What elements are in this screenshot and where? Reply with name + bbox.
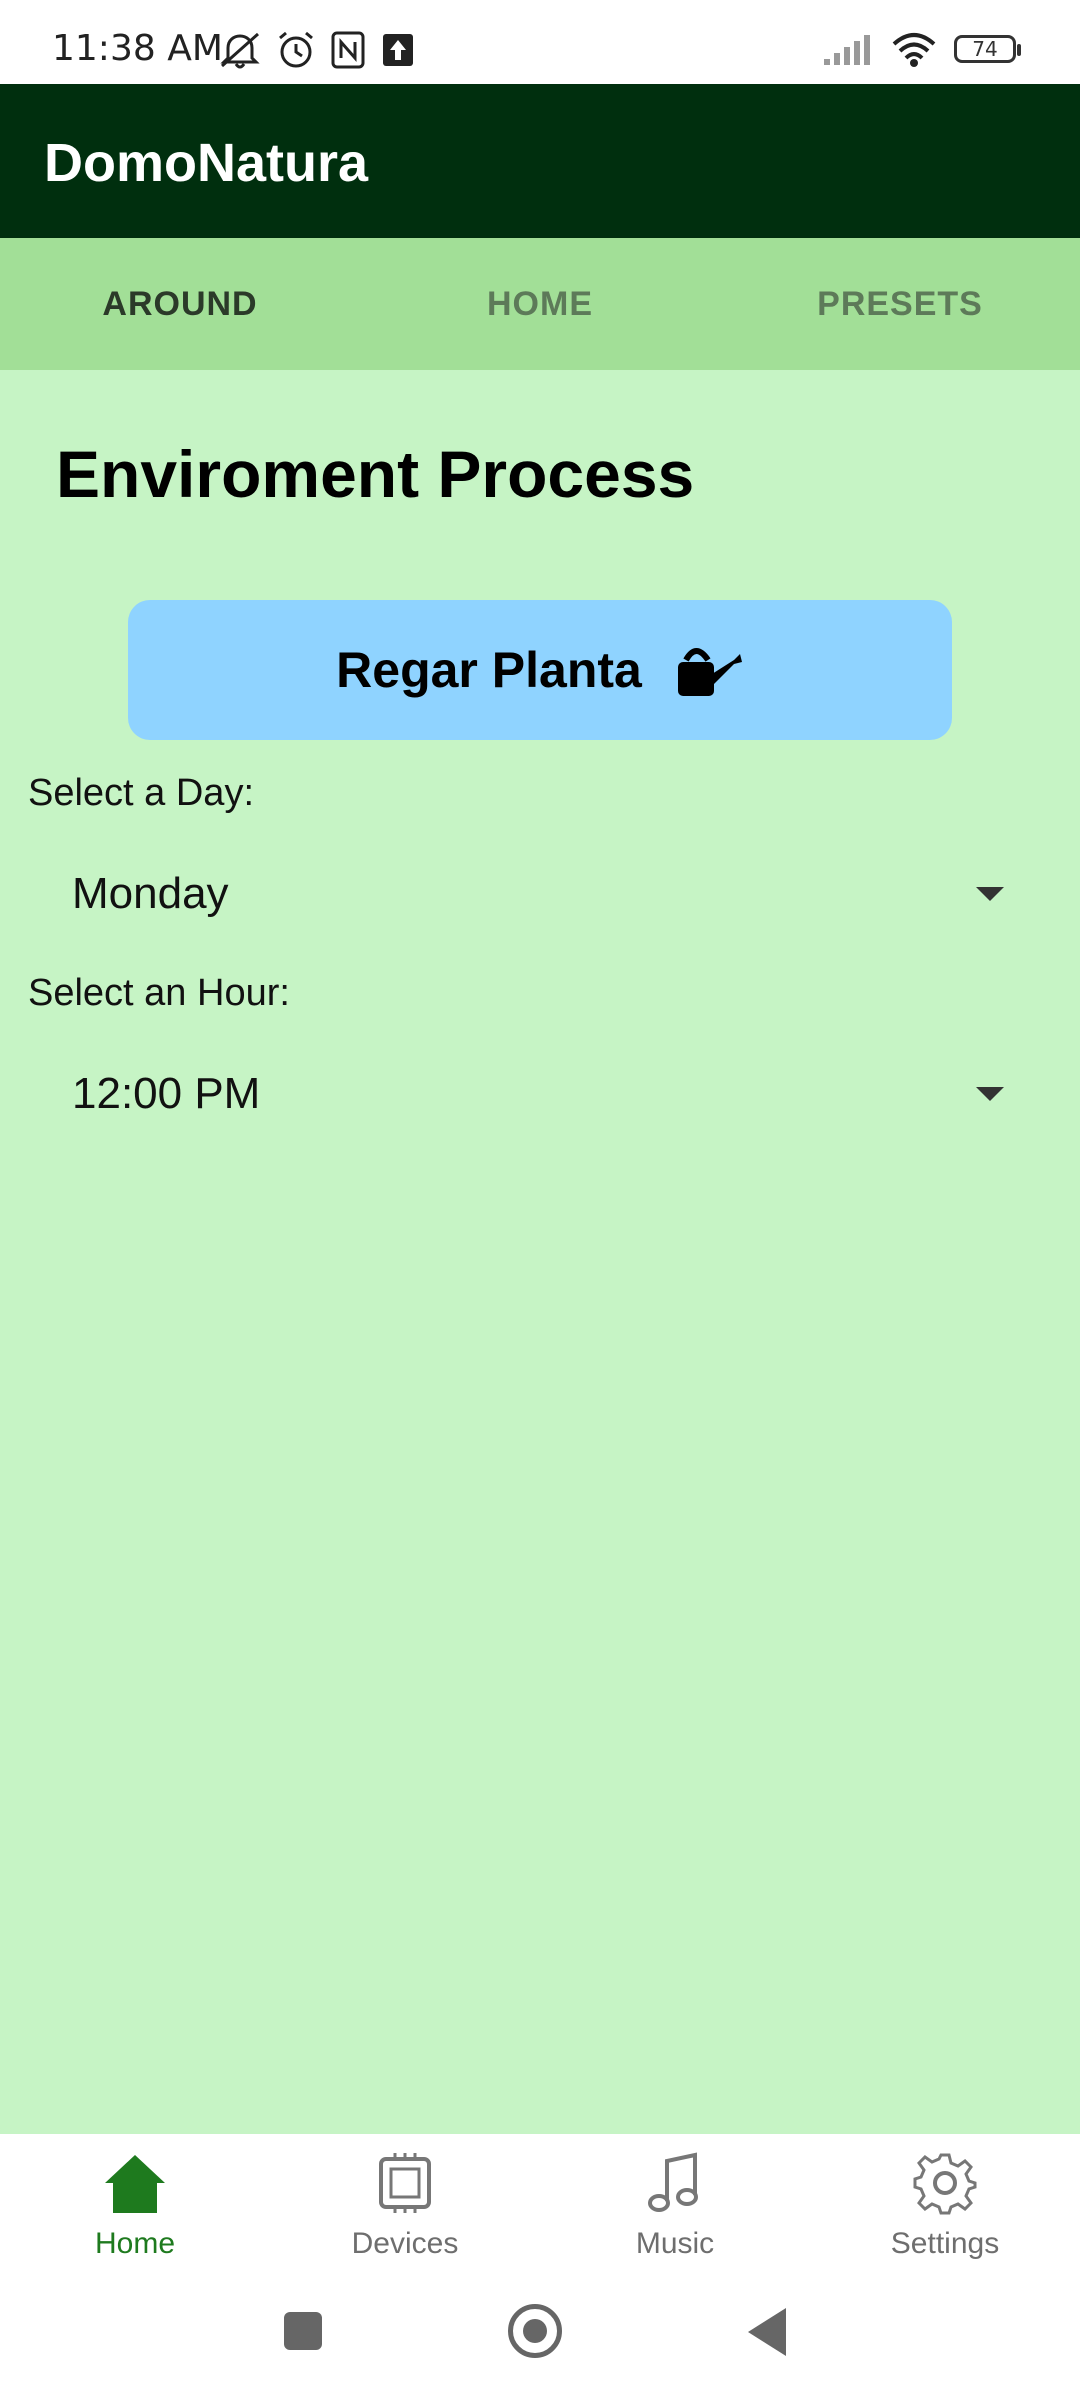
nav-music[interactable]: Music (540, 2134, 810, 2278)
status-bar: 11:38 AM 74 (0, 0, 1080, 84)
nav-settings-label: Settings (890, 2227, 1000, 2260)
nfc-icon (331, 31, 365, 69)
upload-icon (383, 34, 413, 66)
tab-presets[interactable]: PRESETS (720, 238, 1080, 370)
water-plant-button[interactable]: Regar Planta (128, 600, 952, 740)
chip-icon (379, 2153, 431, 2213)
nav-home-label: Home (94, 2227, 176, 2260)
recents-button[interactable] (284, 2312, 322, 2350)
alarm-icon (279, 31, 313, 68)
status-icons-right: 74 (822, 30, 1021, 68)
hour-value: 12:00 PM (72, 1069, 261, 1118)
wifi-icon (892, 33, 936, 67)
hour-label: Select an Hour: (28, 972, 290, 1014)
nav-devices-label: Devices (351, 2227, 459, 2260)
music-note-icon (648, 2152, 698, 2212)
home-icon (105, 2155, 165, 2213)
bottom-nav: Home Devices Music Settings (0, 2134, 1080, 2278)
tab-home[interactable]: HOME (360, 238, 720, 370)
battery-icon: 74 (954, 35, 1021, 63)
day-label: Select a Day: (28, 772, 254, 814)
app-title: DomoNatura (44, 133, 369, 193)
day-dropdown[interactable]: Monday (28, 844, 1028, 944)
chevron-down-icon (976, 887, 1004, 901)
tab-around[interactable]: AROUND (0, 238, 360, 370)
nav-home[interactable]: Home (0, 2134, 270, 2278)
signal-icon (824, 35, 870, 65)
mute-icon (220, 32, 260, 69)
system-nav-bar (0, 2278, 1080, 2400)
watering-can-icon (677, 648, 742, 696)
back-button[interactable] (748, 2308, 786, 2356)
nav-devices[interactable]: Devices (270, 2134, 540, 2278)
gear-icon (913, 2153, 977, 2215)
battery-level: 74 (972, 37, 998, 61)
chevron-down-icon (976, 1087, 1004, 1101)
hour-dropdown[interactable]: 12:00 PM (28, 1044, 1028, 1144)
status-time: 11:38 AM (52, 28, 223, 69)
status-icons-left (218, 30, 416, 70)
page-title: Enviroment Process (56, 437, 695, 511)
day-value: Monday (72, 869, 229, 918)
app-bar: DomoNatura (0, 84, 1080, 238)
nav-settings[interactable]: Settings (810, 2134, 1080, 2278)
home-system-button[interactable] (508, 2304, 562, 2358)
nav-music-label: Music (635, 2227, 715, 2260)
tab-bar: AROUND HOME PRESETS (0, 238, 1080, 370)
water-plant-label: Regar Planta (336, 642, 642, 698)
main-content: Enviroment Process Regar Planta Select a… (0, 370, 1080, 2134)
